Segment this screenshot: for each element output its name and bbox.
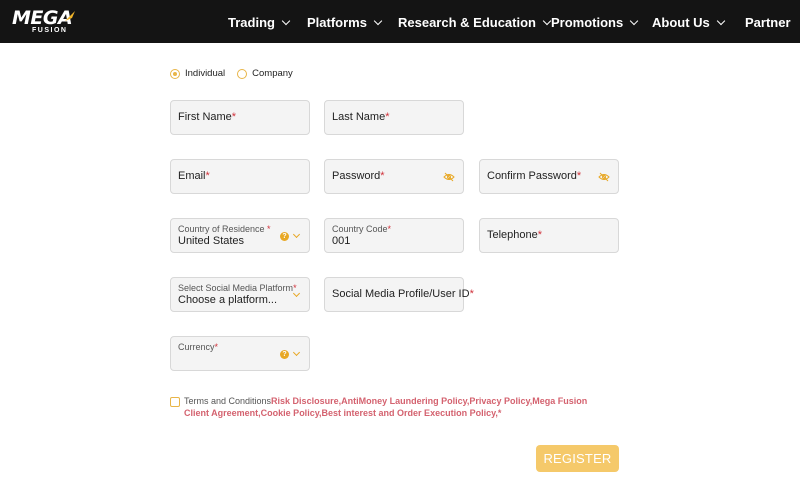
help-icon[interactable]: ? — [280, 232, 289, 241]
individual-radio[interactable] — [170, 68, 180, 79]
chevron-down-icon — [292, 348, 301, 357]
nav-promotions-label: Promotions — [551, 14, 624, 30]
mega-fusion-logo[interactable]: MEGA FUSION — [12, 8, 78, 36]
telephone-field[interactable]: Telephone* — [479, 218, 619, 253]
email-placeholder: Email* — [178, 170, 210, 182]
company-label[interactable]: Company — [252, 68, 293, 79]
confirm-password-field[interactable]: Confirm Password* — [479, 159, 619, 194]
social-platform-value: Choose a platform... — [178, 294, 278, 306]
terms-agreement: Terms and ConditionsRisk Disclosure,Anti… — [170, 395, 610, 419]
nav-platforms-label: Platforms — [307, 14, 367, 30]
password-field[interactable]: Password* — [324, 159, 464, 194]
nav-research-label: Research & Education — [398, 14, 536, 30]
country-of-residence-select[interactable]: Country of Residence * United States ? — [170, 218, 310, 253]
social-media-id-field[interactable]: Social Media Profile/User ID* — [324, 277, 474, 312]
currency-label: Currency* — [178, 342, 219, 352]
last-name-field[interactable]: Last Name* — [324, 100, 464, 135]
chevron-down-icon — [292, 289, 301, 298]
chevron-down-icon — [373, 16, 383, 25]
telephone-placeholder: Telephone* — [487, 229, 543, 241]
first-name-placeholder: First Name* — [178, 111, 237, 123]
nav-trading-label: Trading — [228, 14, 275, 30]
country-code-value: 001 — [332, 235, 351, 247]
logo-subtext: FUSION — [32, 27, 68, 34]
first-name-field[interactable]: First Name* — [170, 100, 310, 135]
social-id-placeholder: Social Media Profile/User ID* — [332, 288, 474, 300]
password-placeholder: Password* — [332, 170, 385, 182]
country-label: Country of Residence * — [178, 224, 271, 234]
country-code-field[interactable]: Country Code* 001 — [324, 218, 464, 253]
last-name-placeholder: Last Name* — [332, 111, 390, 123]
account-type-radio-group: Individual Company — [170, 68, 305, 79]
top-nav: MEGA FUSION Trading Platforms Research &… — [0, 0, 800, 43]
chevron-down-icon — [629, 16, 639, 25]
eye-off-icon[interactable] — [598, 172, 610, 182]
confirm-password-placeholder: Confirm Password* — [487, 170, 582, 182]
nav-research-education[interactable]: Research & Education — [398, 13, 552, 31]
nav-promotions[interactable]: Promotions — [551, 13, 639, 31]
terms-prefix: Terms and Conditions — [184, 396, 272, 406]
nav-trading[interactable]: Trading — [228, 13, 291, 31]
nav-partner[interactable]: Partner — [745, 13, 791, 31]
eye-off-icon[interactable] — [443, 172, 455, 182]
help-icon[interactable]: ? — [280, 350, 289, 359]
terms-text: Terms and ConditionsRisk Disclosure,Anti… — [184, 395, 610, 419]
individual-label[interactable]: Individual — [185, 68, 225, 79]
nav-platforms[interactable]: Platforms — [307, 13, 383, 31]
chevron-down-icon — [281, 16, 291, 25]
terms-required-mark: * — [497, 408, 502, 418]
country-code-label: Country Code* — [332, 224, 392, 234]
social-platform-label: Select Social Media Platform* — [178, 283, 297, 293]
chevron-down-icon — [542, 16, 552, 25]
nav-about-label: About Us — [652, 14, 710, 30]
chevron-down-icon — [716, 16, 726, 25]
currency-select[interactable]: Currency* ? — [170, 336, 310, 371]
company-radio[interactable] — [237, 68, 248, 79]
logo-swoosh-icon — [65, 11, 75, 21]
social-media-platform-select[interactable]: Select Social Media Platform* Choose a p… — [170, 277, 310, 312]
register-button[interactable]: REGISTER — [536, 445, 619, 472]
email-field[interactable]: Email* — [170, 159, 310, 194]
terms-checkbox[interactable] — [170, 397, 180, 407]
nav-about-us[interactable]: About Us — [652, 13, 726, 31]
nav-partner-label: Partner — [745, 14, 791, 30]
country-value: United States — [178, 235, 245, 247]
chevron-down-icon — [292, 230, 301, 239]
